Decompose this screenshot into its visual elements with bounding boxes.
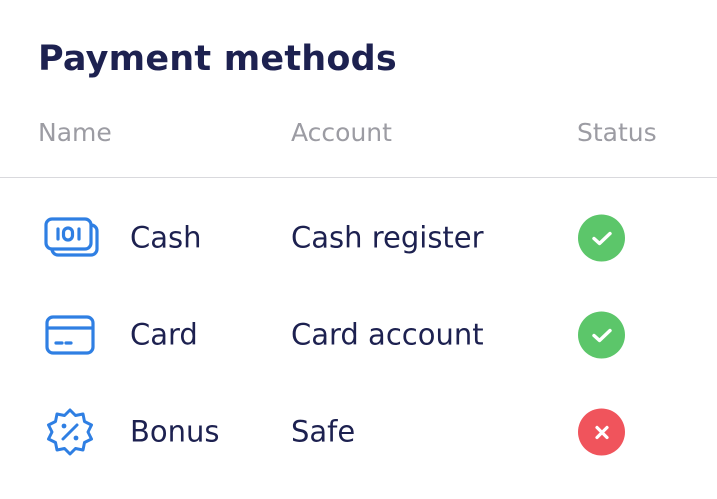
card-icon (44, 310, 100, 360)
row-name: Card (130, 317, 198, 352)
row-name: Cash (130, 220, 202, 255)
table-row[interactable]: Bonus Safe (0, 402, 717, 462)
table-row[interactable]: Card Card account (0, 305, 717, 365)
column-header-status[interactable]: Status (577, 118, 657, 148)
status-inactive-icon (578, 408, 625, 456)
table-row[interactable]: Cash Cash register (0, 208, 717, 268)
column-header-account[interactable]: Account (291, 118, 392, 148)
bonus-percent-icon (44, 407, 100, 457)
row-account: Safe (291, 414, 356, 449)
row-name: Bonus (130, 414, 220, 449)
status-active-icon (578, 311, 625, 359)
column-header-name[interactable]: Name (38, 118, 112, 148)
table-header: Name Account Status (0, 118, 717, 158)
header-divider (0, 177, 717, 178)
status-active-icon (578, 214, 625, 262)
cash-icon (44, 213, 100, 263)
page-title: Payment methods (38, 39, 397, 79)
row-account: Cash register (291, 220, 484, 255)
row-account: Card account (291, 317, 484, 352)
